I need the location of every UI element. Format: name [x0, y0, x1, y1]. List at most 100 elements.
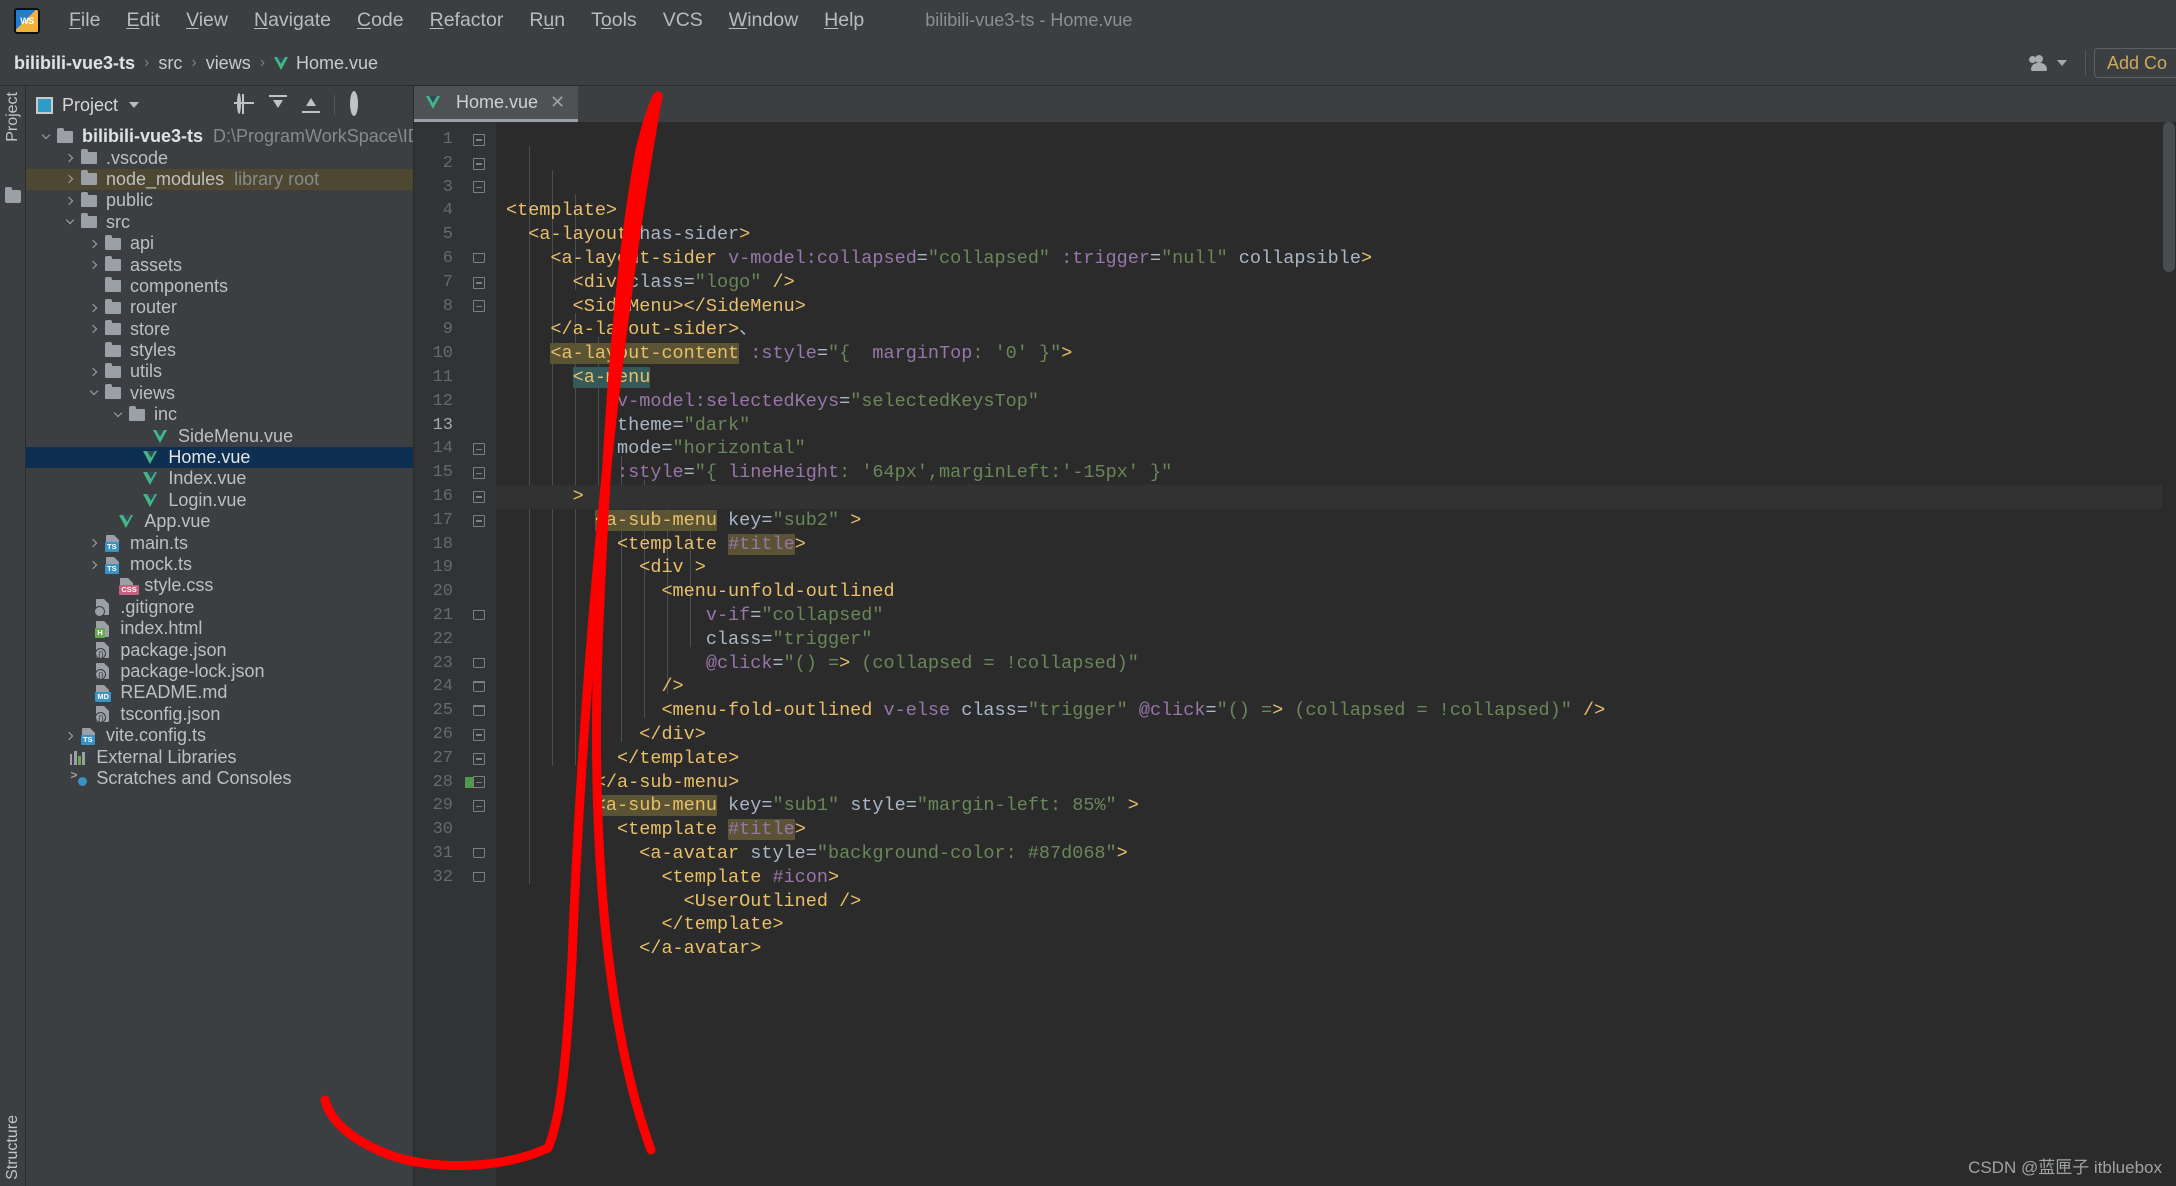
fold-toggle[interactable]	[462, 461, 496, 485]
chevron-right-icon[interactable]	[86, 326, 102, 332]
code-line[interactable]: mode="horizontal"	[496, 437, 2162, 461]
fold-toggle[interactable]	[462, 866, 496, 890]
chevron-right-icon[interactable]	[86, 262, 102, 268]
tree-row[interactable]: views	[26, 383, 413, 404]
code-line[interactable]: >	[496, 485, 2162, 509]
tree-row[interactable]: App.vue	[26, 511, 413, 532]
fold-toggle[interactable]	[462, 152, 496, 176]
code-line[interactable]: <a-sub-menu key="sub2" >	[496, 509, 2162, 533]
menu-file[interactable]: File	[56, 7, 113, 34]
code-line[interactable]: v-if="collapsed"	[496, 604, 2162, 628]
code-line[interactable]: <a-sub-menu key="sub1" style="margin-lef…	[496, 794, 2162, 818]
hide-panel-icon[interactable]	[381, 95, 401, 115]
tree-row[interactable]: Home.vue	[26, 447, 413, 468]
fold-toggle[interactable]	[462, 247, 496, 271]
chevron-down-icon[interactable]	[86, 390, 102, 396]
tree-row[interactable]: public	[26, 190, 413, 211]
tree-row[interactable]: router	[26, 297, 413, 318]
code-line[interactable]: <template #title>	[496, 818, 2162, 842]
code-line[interactable]: <template>	[496, 199, 2162, 223]
code-line[interactable]: theme="dark"	[496, 414, 2162, 438]
menu-code[interactable]: Code	[344, 7, 417, 34]
menu-tools[interactable]: Tools	[578, 7, 650, 34]
tree-row[interactable]: styles	[26, 340, 413, 361]
tree-row[interactable]: CSSstyle.css	[26, 575, 413, 596]
tree-row[interactable]: MDREADME.md	[26, 682, 413, 703]
code-line[interactable]: />	[496, 675, 2162, 699]
fold-toggle[interactable]	[462, 794, 496, 818]
code-line[interactable]: </a-layout-sider>、	[496, 318, 2162, 342]
code-line[interactable]: </template>	[496, 913, 2162, 937]
editor-scrollbar-thumb[interactable]	[2163, 122, 2175, 272]
project-file-tree[interactable]: bilibili-vue3-tsD:\ProgramWorkSpace\IDEA…	[26, 124, 413, 1186]
code-folding-gutter[interactable]	[462, 122, 496, 1186]
code-line[interactable]: </div>	[496, 723, 2162, 747]
tree-row[interactable]: {}package-lock.json	[26, 661, 413, 682]
chevron-right-icon[interactable]	[86, 241, 102, 247]
fold-toggle[interactable]	[462, 271, 496, 295]
menu-edit[interactable]: Edit	[113, 7, 173, 34]
chevron-down-icon[interactable]	[129, 102, 139, 108]
fold-toggle[interactable]	[462, 295, 496, 319]
fold-toggle[interactable]	[462, 652, 496, 676]
fold-toggle[interactable]	[462, 437, 496, 461]
tree-row[interactable]: TSmock.ts	[26, 554, 413, 575]
chevron-right-icon[interactable]	[86, 562, 102, 568]
fold-toggle[interactable]	[462, 485, 496, 509]
tree-row[interactable]: api	[26, 233, 413, 254]
tree-row[interactable]: TSvite.config.ts	[26, 725, 413, 746]
breadcrumb-file[interactable]: Home.vue	[296, 53, 378, 74]
code-line[interactable]: <template #title>	[496, 533, 2162, 557]
menu-navigate[interactable]: Navigate	[241, 7, 344, 34]
breadcrumb-views[interactable]: views	[206, 53, 251, 74]
chevron-down-icon[interactable]	[110, 412, 126, 418]
fold-toggle[interactable]	[462, 176, 496, 200]
tab-home-vue[interactable]: Home.vue ✕	[414, 86, 578, 122]
tree-row[interactable]: Scratches and Consoles	[26, 768, 413, 789]
code-line[interactable]: <a-layout has-sider>	[496, 223, 2162, 247]
tree-row[interactable]: Login.vue	[26, 490, 413, 511]
code-line[interactable]: <a-layout-content :style="{ marginTop: '…	[496, 342, 2162, 366]
fold-toggle[interactable]	[462, 699, 496, 723]
tree-row[interactable]: node_moduleslibrary root	[26, 169, 413, 190]
tree-row[interactable]: External Libraries	[26, 746, 413, 767]
code-line[interactable]: </a-sub-menu>	[496, 771, 2162, 795]
code-line[interactable]: </a-avatar>	[496, 937, 2162, 961]
code-line[interactable]: <div class="logo" />	[496, 271, 2162, 295]
tree-row[interactable]: Index.vue	[26, 468, 413, 489]
tree-row[interactable]: components	[26, 276, 413, 297]
locate-icon[interactable]	[235, 95, 255, 115]
menu-run[interactable]: Run	[516, 7, 578, 34]
code-line[interactable]: <a-layout-sider v-model:collapsed="colla…	[496, 247, 2162, 271]
settings-gear-icon[interactable]	[348, 95, 368, 115]
menu-window[interactable]: Window	[716, 7, 811, 34]
tree-row[interactable]: .vscode	[26, 147, 413, 168]
code-line[interactable]: <menu-unfold-outlined	[496, 580, 2162, 604]
code-line[interactable]: <a-avatar style="background-color: #87d0…	[496, 842, 2162, 866]
fold-toggle[interactable]	[462, 723, 496, 747]
fold-toggle[interactable]	[462, 604, 496, 628]
fold-toggle[interactable]	[462, 747, 496, 771]
collapse-all-icon[interactable]	[301, 95, 321, 115]
chevron-right-icon[interactable]	[86, 305, 102, 311]
code-line[interactable]: <SideMenu></SideMenu>	[496, 295, 2162, 319]
breadcrumb-src[interactable]: src	[158, 53, 182, 74]
chevron-down-icon[interactable]	[38, 134, 54, 140]
breadcrumb-root[interactable]: bilibili-vue3-ts	[14, 53, 135, 74]
chevron-right-icon[interactable]	[86, 540, 102, 546]
tree-row[interactable]: {}package.json	[26, 639, 413, 660]
editor-markers-column[interactable]	[2162, 122, 2176, 1186]
tree-row[interactable]: assets	[26, 254, 413, 275]
tree-row[interactable]: Hindex.html	[26, 618, 413, 639]
menu-view[interactable]: View	[173, 7, 241, 34]
chevron-right-icon[interactable]	[62, 733, 78, 739]
code-line[interactable]: </template>	[496, 747, 2162, 771]
chevron-right-icon[interactable]	[62, 198, 78, 204]
chevron-right-icon[interactable]	[62, 155, 78, 161]
tree-row[interactable]: bilibili-vue3-tsD:\ProgramWorkSpace\IDEA…	[26, 126, 413, 147]
share-project-button[interactable]	[2019, 55, 2077, 71]
code-line[interactable]: :style="{ lineHeight: '64px',marginLeft:…	[496, 461, 2162, 485]
tree-row[interactable]: {}tsconfig.json	[26, 704, 413, 725]
tool-window-structure-label[interactable]: Structure	[4, 1115, 22, 1180]
code-line[interactable]: <UserOutlined />	[496, 890, 2162, 914]
